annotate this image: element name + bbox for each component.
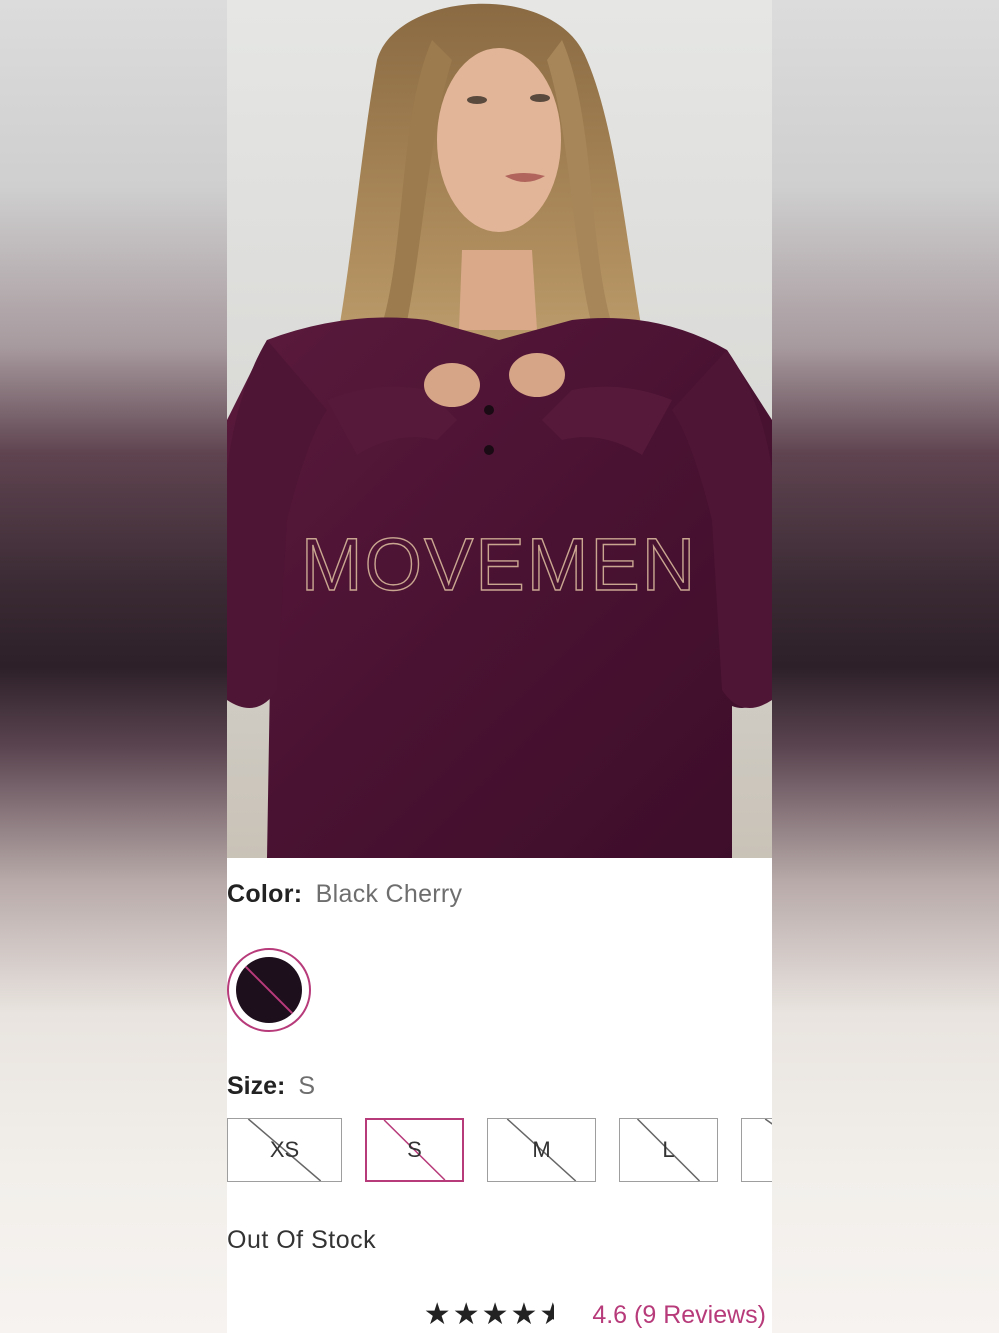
size-option-m[interactable]: M: [487, 1118, 596, 1182]
size-option-label: S: [407, 1137, 422, 1162]
size-label: Size:: [227, 1072, 286, 1100]
size-option-l[interactable]: L: [619, 1118, 718, 1182]
stock-status: Out Of Stock: [227, 1226, 377, 1254]
color-label: Color:: [227, 880, 303, 908]
size-option-label: M: [532, 1137, 551, 1162]
swatch-fill: [236, 957, 302, 1023]
size-option-xs[interactable]: XS: [227, 1118, 342, 1182]
unavailable-slash-icon: [239, 960, 299, 1020]
product-rating[interactable]: ★ ★ ★ ★ ★ 4.6 (9 Reviews): [424, 1296, 766, 1333]
size-option-label: XS: [269, 1137, 300, 1162]
star-icon: ★: [481, 1298, 509, 1331]
reviews-link[interactable]: 4.6 (9 Reviews): [592, 1301, 766, 1330]
size-selector-label: Size: S: [227, 1072, 315, 1101]
product-image[interactable]: MOVEMEN: [227, 0, 772, 858]
size-option-label: L: [662, 1137, 675, 1162]
color-value: Black Cherry: [315, 880, 463, 908]
size-option-s[interactable]: S: [365, 1118, 464, 1182]
size-value: S: [298, 1072, 315, 1100]
color-selector-label: Color: Black Cherry: [227, 880, 462, 909]
star-icon: ★: [510, 1298, 538, 1331]
color-swatch-black-cherry[interactable]: [227, 948, 311, 1032]
rating-stars: ★ ★ ★ ★ ★: [423, 1298, 567, 1331]
star-icon: ★: [423, 1298, 451, 1331]
size-option-xl[interactable]: [741, 1118, 772, 1182]
star-icon: ★: [452, 1298, 480, 1331]
product-detail-screen: MOVEMEN Color: Black Cherry Size: S XS S…: [227, 0, 772, 1333]
shirt-print-text: MOVEMEN: [301, 523, 697, 606]
size-options: XS S M L: [227, 1118, 772, 1184]
unavailable-strike-icon: [742, 1119, 772, 1181]
half-star-icon: ★: [539, 1300, 566, 1330]
